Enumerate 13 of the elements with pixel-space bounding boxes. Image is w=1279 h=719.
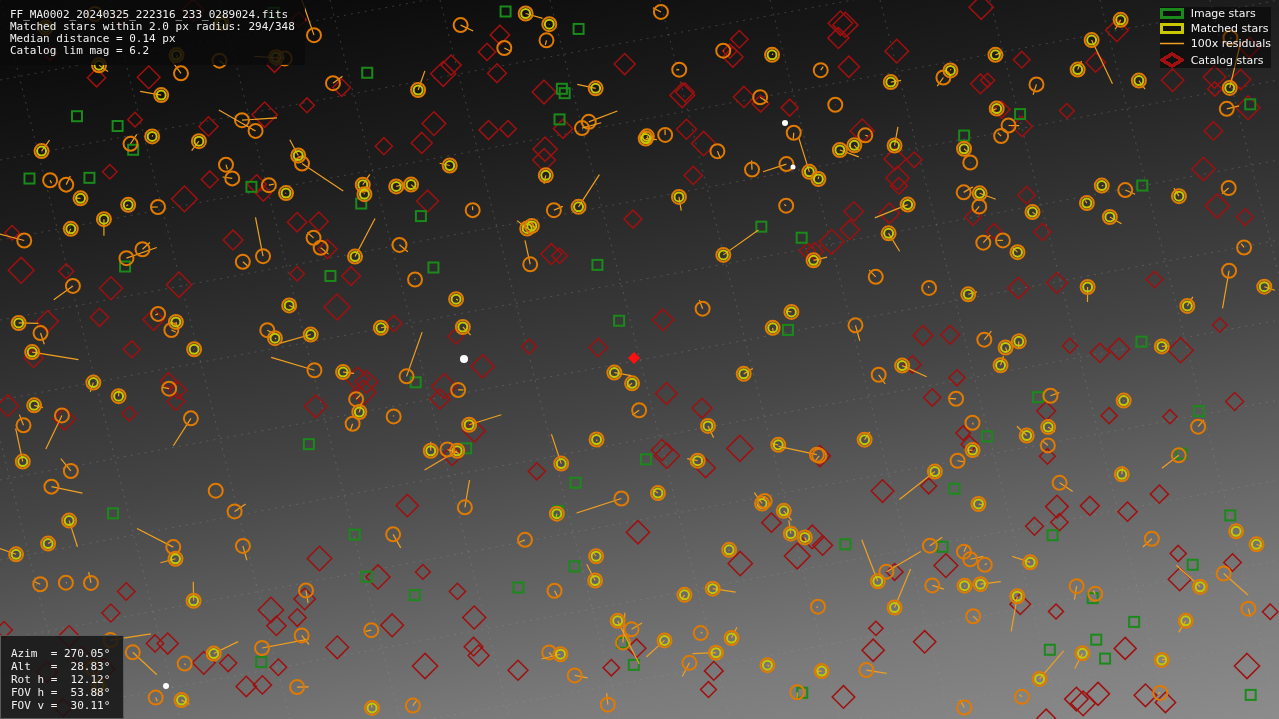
pointing-text: FOV v = 30.11°: [11, 700, 112, 712]
info-text: Catalog lim mag = 6.2: [10, 45, 151, 57]
legend-label: Image stars: [1190, 7, 1256, 20]
pointing-text: FOV h = 53.88°: [11, 687, 112, 699]
legend-label: Matched stars: [1190, 22, 1269, 35]
info-text: Median distance = 0.14 px: [10, 33, 177, 45]
pointing-text: Rot h = 12.12°: [11, 674, 112, 686]
pointing-text: Azim = 270.05°: [11, 648, 112, 660]
pointing-text: Alt = 28.83°: [11, 661, 112, 673]
legend-label: 100x residuals: [1190, 37, 1271, 50]
info-text: FF_MA0002_20240325_222316_233_0289024.fits: [10, 9, 290, 21]
info-text: Matched stars within 2.0 px radius: 294/348: [10, 21, 295, 33]
legend-label: Catalog stars: [1190, 53, 1264, 67]
